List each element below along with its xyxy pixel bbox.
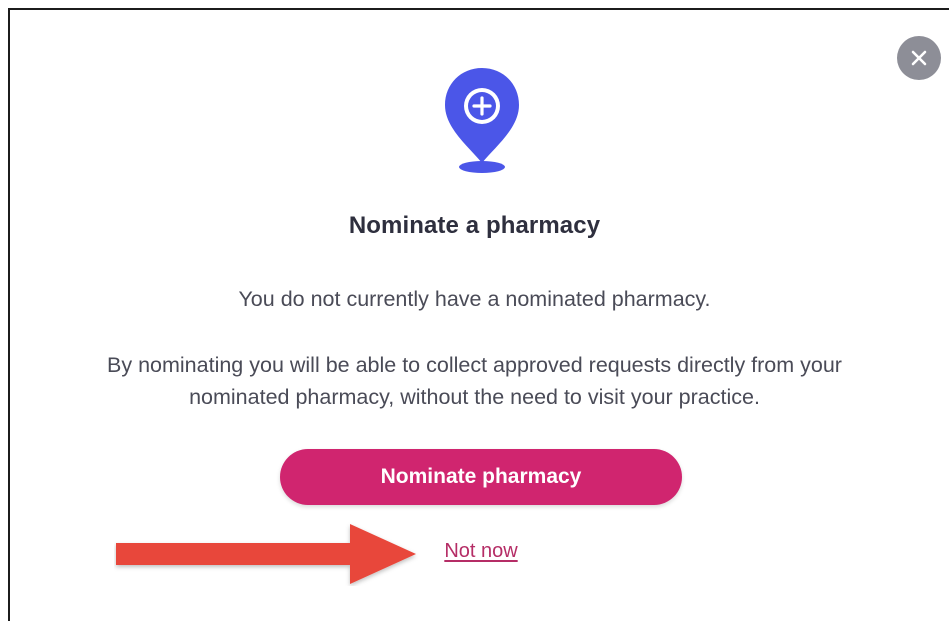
no-pharmacy-message: You do not currently have a nominated ph… <box>238 287 711 311</box>
location-pin-plus-icon <box>440 66 524 176</box>
screen: Nominate a pharmacy You do not currently… <box>0 0 949 621</box>
benefit-line-1: By nominating you will be able to collec… <box>107 353 842 377</box>
close-button[interactable] <box>897 36 941 80</box>
benefit-line-2: nominated pharmacy, without the need to … <box>189 385 760 409</box>
dialog-title: Nominate a pharmacy <box>348 212 601 239</box>
nomination-benefit-message: By nominating you will be able to collec… <box>0 349 949 413</box>
red-arrow-right-icon <box>116 524 416 584</box>
close-icon <box>911 50 927 66</box>
nominate-pharmacy-button[interactable]: Nominate pharmacy <box>280 449 682 505</box>
not-now-link[interactable]: Not now <box>424 540 538 563</box>
